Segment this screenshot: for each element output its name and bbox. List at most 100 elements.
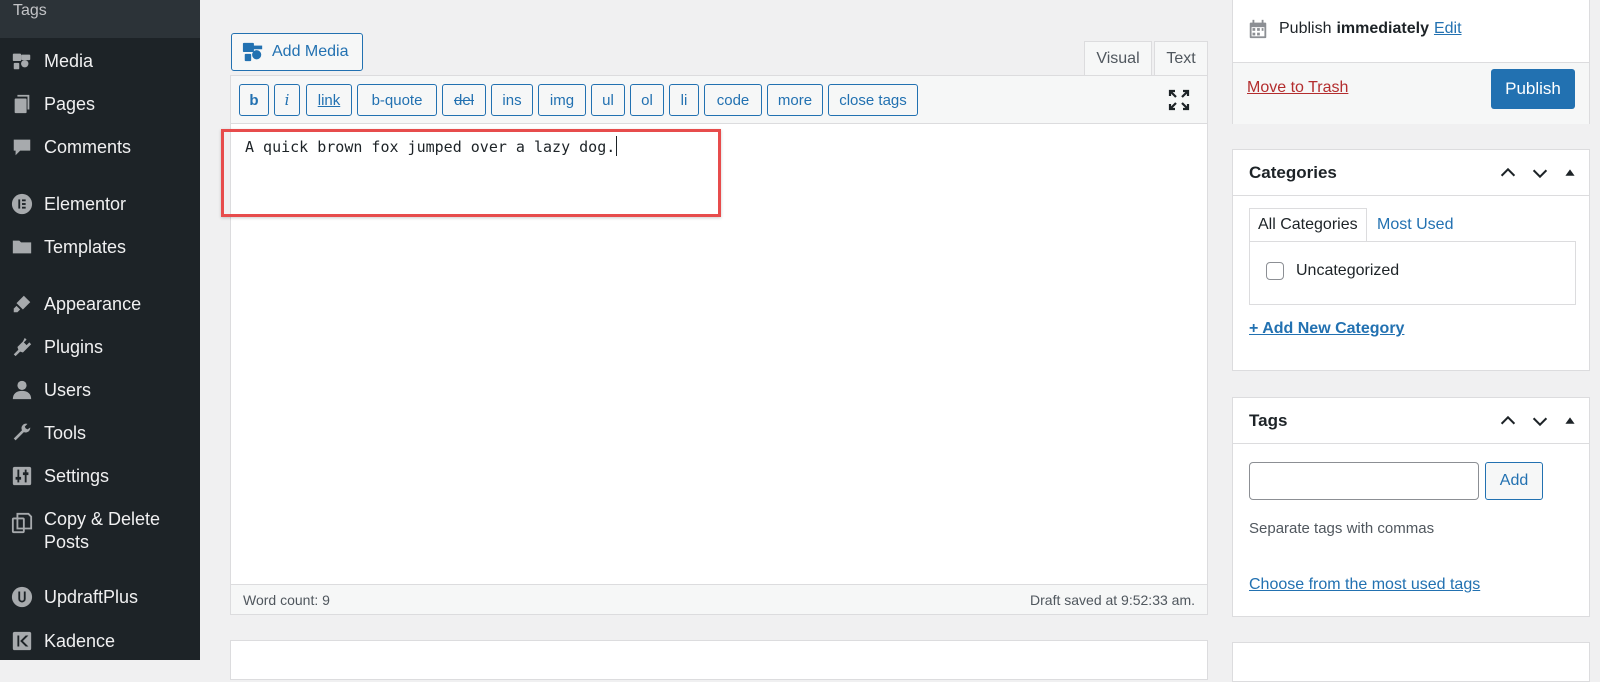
category-checkbox[interactable] (1266, 262, 1284, 280)
sidebar-item-label: Tags (13, 2, 47, 19)
chevron-up-icon[interactable] (1497, 162, 1519, 184)
user-icon (9, 377, 35, 403)
publish-label: Publish (1279, 20, 1332, 37)
comments-icon (9, 134, 35, 160)
category-item[interactable]: Uncategorized (1266, 262, 1399, 280)
text-editor: b i link b-quote del ins img ul ol li co… (221, 75, 1208, 615)
elementor-icon (9, 191, 35, 217)
sidebar-item-kadence[interactable]: Kadence (0, 621, 200, 661)
add-media-icon (242, 42, 263, 62)
word-count: Word count: 9 (243, 591, 330, 608)
quicktag-ul-button[interactable]: ul (591, 84, 625, 116)
sidebar-item-label: Templates (44, 236, 127, 257)
sidebar-item-plugins[interactable]: Plugins (0, 327, 200, 367)
sidebar-item-label: Copy & Delete Posts (44, 508, 160, 554)
quicktag-ol-button[interactable]: ol (630, 84, 664, 116)
tab-text[interactable]: Text (1154, 41, 1208, 75)
editor-status-bar: Word count: 9 Draft saved at 9:52:33 am. (231, 584, 1207, 614)
sidebar-item-tools[interactable]: Tools (0, 413, 200, 453)
quicktag-ins-button[interactable]: ins (491, 84, 533, 116)
sidebar-item-label: Settings (44, 465, 110, 486)
categories-title: Categories (1249, 163, 1337, 182)
editor-content-text: A quick brown fox jumped over a lazy dog… (245, 138, 616, 156)
sidebar-item-label: Kadence (44, 630, 116, 651)
calendar-icon (1249, 19, 1267, 39)
folder-icon (9, 234, 35, 260)
add-new-category-link[interactable]: + Add New Category (1249, 320, 1404, 338)
draft-saved-status: Draft saved at 9:52:33 am. (1030, 591, 1195, 608)
sidebar-item-label: Plugins (44, 336, 104, 357)
tag-input[interactable] (1249, 462, 1479, 500)
wrench-icon (9, 420, 35, 446)
publish-button[interactable]: Publish (1491, 69, 1575, 109)
updraft-icon (9, 584, 35, 610)
collapse-triangle-icon[interactable] (1559, 410, 1581, 432)
quicktag-li-button[interactable]: li (669, 84, 699, 116)
sidebar-item-label: Media (44, 50, 94, 71)
quicktag-link-button[interactable]: link (306, 84, 352, 116)
sidebar-item-appearance[interactable]: Appearance (0, 284, 200, 324)
chevron-up-icon[interactable] (1497, 410, 1519, 432)
quicktag-italic-button[interactable]: i (274, 84, 300, 116)
sidebar-item-users[interactable]: Users (0, 370, 200, 410)
additional-panel (1232, 642, 1590, 682)
sidebar-item-label: Pages (44, 93, 96, 114)
categories-panel: Categories All Categories Most Used Unca… (1232, 149, 1590, 371)
sidebar-item-comments[interactable]: Comments (0, 127, 200, 167)
copy-icon (9, 510, 35, 536)
categories-panel-header: Categories (1233, 150, 1589, 196)
choose-most-used-tags-link[interactable]: Choose from the most used tags (1249, 576, 1480, 594)
plugin-icon (9, 334, 35, 360)
chevron-down-icon[interactable] (1529, 162, 1551, 184)
editor-content-textarea[interactable]: A quick brown fox jumped over a lazy dog… (221, 124, 1207, 564)
tag-add-button[interactable]: Add (1485, 462, 1543, 500)
sidebar-item-pages[interactable]: Pages (0, 84, 200, 124)
publish-when: immediately (1336, 20, 1429, 37)
tab-visual[interactable]: Visual (1084, 41, 1152, 75)
sidebar-item-templates[interactable]: Templates (0, 227, 200, 267)
quicktag-close-tags-button[interactable]: close tags (828, 84, 918, 116)
tags-panel-header: Tags (1233, 398, 1589, 444)
quicktag-img-button[interactable]: img (538, 84, 586, 116)
sidebar-item-label: Comments (44, 136, 132, 157)
tab-most-used[interactable]: Most Used (1369, 208, 1461, 242)
kadence-icon (9, 628, 35, 654)
sidebar-item-tags[interactable]: Tags (0, 0, 200, 38)
publish-schedule-row: Publish immediately Edit (1247, 18, 1462, 40)
quicktags-toolbar: b i link b-quote del ins img ul ol li co… (231, 76, 1207, 124)
sidebar-item-elementor[interactable]: Elementor (0, 184, 200, 224)
media-icon (9, 48, 35, 74)
move-to-trash-link[interactable]: Move to Trash (1247, 79, 1348, 97)
quicktag-more-button[interactable]: more (767, 84, 823, 116)
sidebar-item-label: Users (44, 379, 92, 400)
quicktag-del-button[interactable]: del (442, 84, 486, 116)
add-media-button[interactable]: Add Media (231, 33, 363, 71)
quicktag-bquote-button[interactable]: b-quote (357, 84, 437, 116)
sidebar-item-label: Tools (44, 422, 87, 443)
sidebar-item-label-line2: Posts (44, 532, 90, 552)
publish-edit-link[interactable]: Edit (1434, 20, 1462, 38)
quicktag-code-button[interactable]: code (704, 84, 762, 116)
tags-panel: Tags Add Separate tags with commas Choos… (1232, 397, 1590, 617)
category-label: Uncategorized (1296, 262, 1400, 279)
chevron-down-icon[interactable] (1529, 410, 1551, 432)
sidebar-item-updraftplus[interactable]: UpdraftPlus (0, 577, 200, 617)
quicktag-bold-button[interactable]: b (239, 84, 269, 116)
sidebar-item-copy-delete-posts[interactable]: Copy & Delete Posts (0, 508, 200, 558)
custom-fields-panel (230, 640, 1208, 680)
tags-title: Tags (1249, 411, 1288, 430)
pages-icon (9, 91, 35, 117)
settings-sliders-icon (9, 463, 35, 489)
collapse-triangle-icon[interactable] (1559, 162, 1581, 184)
sidebar-item-media[interactable]: Media (0, 41, 200, 81)
add-media-label: Add Media (272, 43, 349, 60)
text-caret (616, 136, 618, 156)
publish-actions: Move to Trash Publish (1233, 62, 1589, 124)
sidebar-item-settings[interactable]: Settings (0, 456, 200, 496)
fullscreen-icon[interactable] (1167, 88, 1191, 112)
admin-sidebar: Tags Media Pages Comments Elementor Temp… (0, 0, 200, 660)
tab-all-categories[interactable]: All Categories (1249, 208, 1367, 242)
sidebar-item-label-line1: Copy & Delete (44, 509, 161, 529)
sidebar-item-label: Elementor (44, 193, 127, 214)
tag-hint: Separate tags with commas (1249, 520, 1435, 537)
